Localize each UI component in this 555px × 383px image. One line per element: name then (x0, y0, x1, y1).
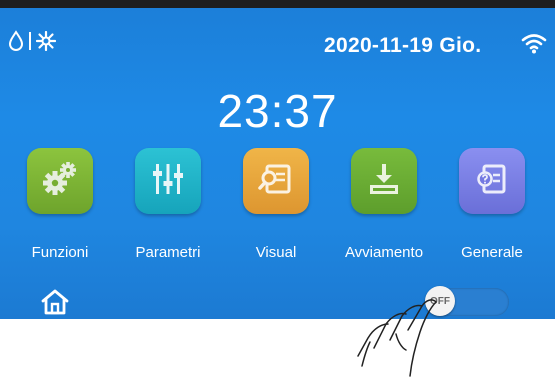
divider-icon (28, 30, 32, 57)
menu-label-avviamento: Avviamento (344, 244, 424, 261)
menu-label-generale: Generale (461, 244, 523, 261)
menu-label-visual: Visual (255, 244, 297, 261)
menu-label-parametri: Parametri (135, 244, 201, 261)
hmi-screen: 2020-11-19 Gio. 23:37 Funzioni Parametri… (0, 8, 555, 319)
gears-icon (40, 159, 80, 204)
date-display: 2020-11-19 Gio. (324, 34, 482, 57)
menu-tile-parametri[interactable] (135, 148, 201, 214)
menu-tile-funzioni[interactable] (27, 148, 93, 214)
document-question-icon (472, 159, 512, 204)
menu-tiles: Funzioni Parametri Visual Avviamento Gen… (0, 148, 555, 268)
clock-display: 23:37 (217, 85, 338, 137)
water-drop-icon (8, 30, 24, 57)
menu-tile-visual[interactable] (243, 148, 309, 214)
wifi-icon (520, 32, 548, 59)
download-icon (364, 159, 404, 204)
menu-tile-avviamento[interactable] (351, 148, 417, 214)
snowflake-icon (35, 30, 57, 56)
pointing-hand-icon (340, 290, 450, 383)
menu-tile-generale[interactable] (459, 148, 525, 214)
footer-bar: OFF (0, 278, 555, 318)
sliders-icon (148, 159, 188, 204)
document-search-icon (256, 159, 296, 204)
status-icons (8, 30, 57, 57)
home-icon[interactable] (40, 288, 70, 319)
menu-label-funzioni: Funzioni (31, 244, 89, 261)
